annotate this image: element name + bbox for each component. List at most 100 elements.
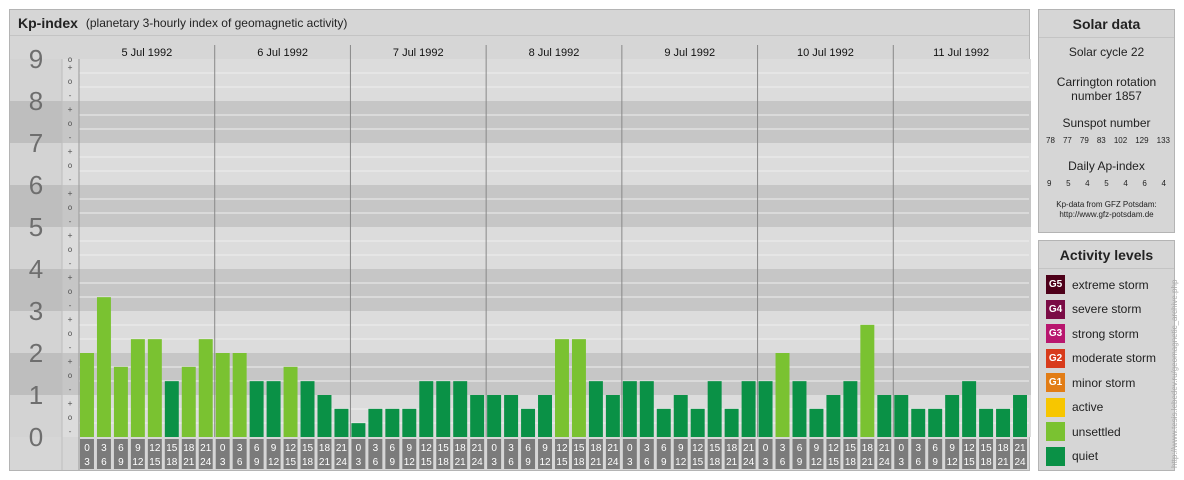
interval-start-label: 3 [915,443,921,454]
level-item: G4 severe storm [1046,299,1141,319]
interval-start-label: 3 [101,443,107,454]
band-4 [10,227,1031,269]
interval-start-label: 3 [780,443,786,454]
y-minor-label: o [68,245,73,254]
interval-end-label: 21 [319,457,331,468]
y-tick-label: 0 [29,422,43,452]
interval-start-label: 12 [828,443,840,454]
interval-end-label: 24 [336,457,348,468]
kp-bar [96,297,111,437]
ap-value: 4 [1161,179,1166,188]
kp-bar [690,408,705,437]
interval-start-label: 15 [166,443,178,454]
day-label: 11 Jul 1992 [933,47,989,59]
level-swatch: G4 [1046,299,1065,319]
level-label: extreme storm [1072,277,1149,292]
interval-start-label: 9 [814,443,820,454]
kp-bar [249,381,264,437]
interval-start-label: 12 [285,443,297,454]
interval-start-label: 15 [845,443,857,454]
y-minor-label: - [68,217,73,226]
y-minor-label: - [68,301,73,310]
y-minor-label: o [68,413,73,422]
y-tick-label: 5 [29,212,43,242]
level-swatch: G2 [1046,348,1065,368]
y-tick-label: 6 [29,170,43,200]
interval-start-label: 15 [981,443,993,454]
kp-bar [588,381,603,437]
solar-cycle: Solar cycle 22 [1068,45,1145,59]
interval-start-label: 15 [709,443,721,454]
level-label: minor storm [1072,375,1136,390]
level-item: G1 minor storm [1046,373,1135,392]
interval-end-label: 12 [675,457,687,468]
kp-bar [758,381,773,437]
kp-bar [147,339,162,437]
interval-end-label: 15 [692,457,704,468]
kp-bar [470,395,485,437]
interval-end-label: 12 [132,457,144,468]
interval-start-label: 3 [644,443,650,454]
credit-link[interactable]: http://www.gfz-potsdam.de [1039,210,1174,220]
interval-start-label: 3 [237,443,243,454]
interval-end-label: 6 [237,457,243,468]
interval-end-label: 24 [200,457,212,468]
interval-end-label: 21 [590,457,602,468]
interval-start-label: 12 [556,443,568,454]
interval-start-label: 0 [220,443,226,454]
kp-bar [266,381,281,437]
kp-bar [656,408,671,437]
kp-bar [741,381,756,437]
interval-start-label: 18 [862,443,874,454]
level-item: unsettled [1046,422,1121,441]
kp-bar [555,339,569,437]
kp-bar [317,395,332,437]
interval-end-label: 3 [627,457,633,468]
kp-bar [894,395,909,437]
interval-end-label: 3 [84,457,90,468]
kp-bar [945,395,960,437]
y-tick-label: 4 [29,254,43,284]
interval-end-label: 6 [373,457,379,468]
kp-bar [877,395,892,437]
interval-end-label: 3 [220,457,226,468]
interval-start-label: 18 [455,443,467,454]
y-minor-label: o [68,329,73,338]
band-7 [10,101,1031,143]
interval-end-label: 21 [455,457,467,468]
kp-bar [351,423,366,437]
kp-bar [826,395,841,437]
kp-chart-panel: 0 1 2 3 4 5 6 7 8 9 + o - + o - + o - + o - + o - + o - + o - + o - + o - o 5 … [9,9,1031,471]
interval-end-label: 9 [661,457,667,468]
kp-bar [809,408,824,437]
ap-value: 5 [1104,179,1109,188]
kp-bar [130,339,145,437]
interval-end-label: 6 [101,457,107,468]
sunspot-label: Sunspot number [1062,116,1151,130]
kp-bar [504,395,519,437]
level-item: G3 strong storm [1046,324,1139,343]
kp-bar [639,381,654,437]
interval-start-label: 21 [1014,443,1026,454]
kp-bar [181,366,196,437]
interval-start-label: 21 [743,443,755,454]
interval-start-label: 12 [149,443,161,454]
y-minor-label: o [68,287,73,296]
kp-bar [113,366,128,437]
band-1 [10,353,1031,395]
interval-end-label: 6 [780,457,786,468]
interval-end-label: 3 [763,457,769,468]
interval-start-label: 18 [590,443,602,454]
y-minor-label: + [68,315,73,324]
interval-end-label: 6 [644,457,650,468]
kp-bar [419,381,434,437]
interval-end-label: 12 [404,457,416,468]
day-label: 7 Jul 1992 [393,47,444,59]
kp-bar [300,381,315,437]
interval-start-label: 15 [438,443,450,454]
kp-bar [911,408,926,437]
kp-bar [996,408,1011,437]
kp-bar [622,381,637,437]
ap-value: 4 [1123,179,1128,188]
interval-end-label: 9 [254,457,260,468]
